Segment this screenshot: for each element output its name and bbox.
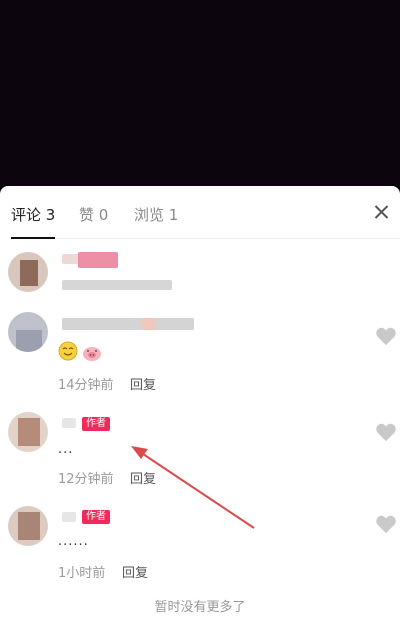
- username-blurred: [62, 512, 76, 522]
- tab-views[interactable]: 浏览 1: [134, 204, 178, 225]
- tab-comments[interactable]: 评论 3: [11, 204, 55, 225]
- username-blurred: [62, 418, 76, 428]
- comment-text: ...: [58, 442, 74, 457]
- comment-text: ......: [58, 534, 89, 549]
- comment-time: 1小时前: [58, 566, 106, 581]
- pig-emoji-icon: [83, 347, 101, 361]
- comment-time: 14分钟前: [58, 378, 114, 393]
- video-area[interactable]: [0, 0, 400, 186]
- reply-button[interactable]: 回复: [130, 374, 156, 393]
- comment-sheet: 评论 3 赞 0 浏览 1 14分钟前 回复 作者 ... 12分钟前 回复 作…: [0, 186, 400, 622]
- heart-icon[interactable]: [375, 326, 397, 346]
- smile-emoji-icon: [58, 341, 78, 361]
- heart-icon[interactable]: [375, 514, 397, 534]
- author-badge: 作者: [82, 417, 110, 431]
- avatar[interactable]: [8, 312, 48, 352]
- username-blurred: [62, 318, 194, 330]
- tab-likes[interactable]: 赞 0: [79, 204, 108, 225]
- comment-text-blurred: [62, 280, 172, 290]
- reply-button[interactable]: 回复: [130, 468, 156, 487]
- heart-icon[interactable]: [375, 422, 397, 442]
- avatar[interactable]: [8, 412, 48, 452]
- tab-divider: [55, 238, 400, 239]
- avatar[interactable]: [8, 252, 48, 292]
- comment-time: 12分钟前: [58, 472, 114, 487]
- username-blurred: [142, 318, 156, 330]
- author-badge: 作者: [82, 510, 110, 524]
- no-more-footer: 暂时没有更多了: [154, 600, 246, 615]
- avatar[interactable]: [8, 506, 48, 546]
- reply-button[interactable]: 回复: [122, 562, 148, 581]
- tab-active-indicator: [11, 237, 55, 239]
- tab-bar: 评论 3 赞 0 浏览 1: [0, 186, 400, 242]
- close-icon[interactable]: [370, 200, 396, 226]
- username-blurred: [78, 252, 118, 268]
